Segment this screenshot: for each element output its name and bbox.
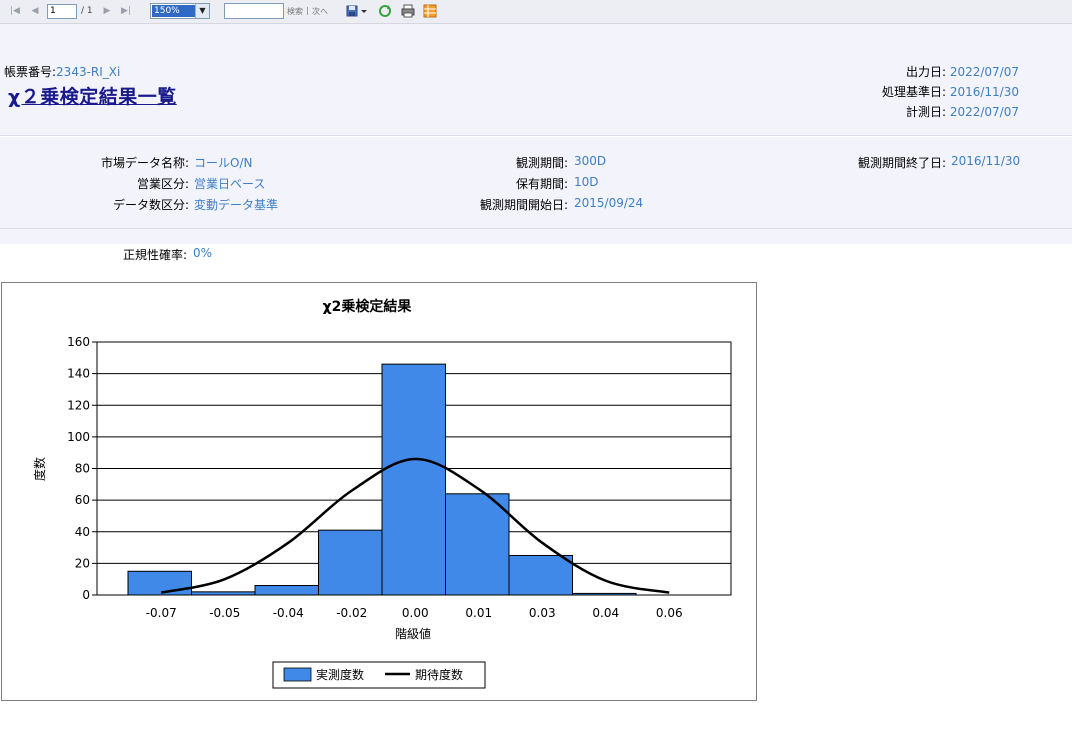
bar-observed-2 <box>254 585 319 596</box>
x-tick-label: -0.04 <box>273 606 304 620</box>
chart-legend: 実測度数 期待度数 <box>272 661 486 689</box>
business-type-value: 営業日ベース <box>194 177 266 191</box>
find-link[interactable]: 検索 <box>287 6 303 17</box>
base-date-row: 処理基準日: 2016/11/30 <box>882 83 1019 100</box>
output-date-row: 出力日: 2022/07/07 <box>906 63 1019 80</box>
market-data-label: 市場データ名称: <box>100 156 189 170</box>
obs-end-label: 観測期間終了日: <box>857 156 946 170</box>
normality-label: 正規性確率: <box>122 248 187 262</box>
market-data-value: コールO/N <box>194 156 253 170</box>
base-date-value: 2016/11/30 <box>949 85 1019 99</box>
data-feed-icon[interactable] <box>423 4 437 18</box>
bar-observed-4 <box>381 363 446 596</box>
y-tick-label: 100 <box>67 430 90 444</box>
x-tick-label: 0.01 <box>465 606 492 620</box>
report-id-label: 帳票番号: <box>4 65 57 79</box>
y-tick-label: 20 <box>75 556 90 570</box>
y-tick-label: 60 <box>75 493 90 507</box>
x-tick-label: -0.05 <box>209 606 240 620</box>
x-tick-label: -0.07 <box>146 606 177 620</box>
next-page-icon[interactable]: ▶ <box>100 4 114 18</box>
zoom-value: 150% <box>152 5 196 17</box>
chart-title: χ2乗検定結果 <box>323 298 413 315</box>
data-count-type-label: データ数区分: <box>112 198 189 212</box>
hold-period-field: 保有期間: <box>300 175 568 191</box>
x-axis-label: 階級値 <box>395 626 431 641</box>
measure-date-label: 計測日: <box>905 105 946 119</box>
find-next-link[interactable]: 次へ <box>312 6 328 17</box>
export-dropdown-icon[interactable] <box>360 4 368 18</box>
normality-field: 正規性確率: <box>0 246 187 262</box>
x-tick-label: 0.04 <box>592 606 619 620</box>
report-id: 帳票番号:2343-RI_Xi <box>4 63 120 80</box>
data-count-type-value: 変動データ基準 <box>194 198 279 212</box>
refresh-icon[interactable] <box>378 4 392 18</box>
export-icon[interactable] <box>346 4 360 18</box>
obs-end-value: 2016/11/30 <box>951 154 1021 168</box>
business-type-field: 営業区分: <box>0 175 189 191</box>
x-tick-label: -0.02 <box>336 606 367 620</box>
y-tick-label: 160 <box>67 335 90 349</box>
chevron-down-icon[interactable]: ▼ <box>195 4 209 18</box>
page-title[interactable]: χ２乗検定結果一覧 <box>8 82 177 109</box>
print-icon[interactable] <box>401 4 415 18</box>
y-tick-label: 0 <box>82 588 90 602</box>
report-id-value: 2343-RI_Xi <box>56 65 121 79</box>
legend-swatch-bar <box>283 667 312 682</box>
find-text-input[interactable] <box>224 3 284 19</box>
obs-period-field: 観測期間: <box>300 154 568 170</box>
y-tick-label: 40 <box>75 525 90 539</box>
x-tick-label: 0.03 <box>529 606 556 620</box>
y-tick-label: 140 <box>67 367 90 381</box>
x-tick-label: 0.06 <box>656 606 683 620</box>
business-type-label: 営業区分: <box>136 177 189 191</box>
output-date-value: 2022/07/07 <box>949 65 1019 79</box>
x-tick-label: 0.00 <box>402 606 429 620</box>
hold-period-value: 10D <box>574 175 599 189</box>
output-date-label: 出力日: <box>905 65 946 79</box>
data-count-type-field: データ数区分: <box>0 196 189 212</box>
hold-period-label: 保有期間: <box>515 177 568 191</box>
bar-observed-5 <box>445 493 510 596</box>
obs-start-label: 観測期間開始日: <box>479 198 568 212</box>
last-page-icon[interactable]: ▶| <box>119 4 133 18</box>
zoom-select[interactable]: 150% ▼ <box>150 3 210 19</box>
chi-square-chart: χ2乗検定結果 0 20 40 60 80 100 120 140 160 -0.07 -0.05… <box>1 282 757 701</box>
obs-start-field: 観測期間開始日: <box>300 196 568 212</box>
conditions-panel-footer <box>0 229 1072 244</box>
measure-date-value: 2022/07/07 <box>949 105 1019 119</box>
base-date-label: 処理基準日: <box>881 85 946 99</box>
toolbar-separator: | <box>306 6 309 15</box>
bar-observed-6 <box>508 554 573 596</box>
first-page-icon[interactable]: |◀ <box>8 4 22 18</box>
obs-period-label: 観測期間: <box>515 156 568 170</box>
legend-label-expected: 期待度数 <box>415 667 463 682</box>
y-tick-label: 120 <box>67 398 90 412</box>
report-viewer-toolbar: |◀ ◀ 1 / 1 ▶ ▶| 150% ▼ 検索 | 次へ <box>0 0 1072 24</box>
obs-period-value: 300D <box>574 154 607 168</box>
page-number-input[interactable]: 1 <box>47 4 77 19</box>
obs-end-field: 観測期間終了日: <box>700 154 946 170</box>
y-axis-label: 度数 <box>32 457 47 481</box>
page-total-label: / 1 <box>81 6 93 16</box>
obs-start-value: 2015/09/24 <box>574 196 644 210</box>
bar-observed-3 <box>318 529 383 596</box>
previous-page-icon[interactable]: ◀ <box>28 4 42 18</box>
y-tick-label: 80 <box>75 462 90 476</box>
chart-svg: χ2乗検定結果 0 20 40 60 80 100 120 140 160 -0.07 -0.05… <box>32 298 732 689</box>
market-data-field: 市場データ名称: <box>0 154 189 170</box>
normality-value: 0% <box>193 246 213 260</box>
measure-date-row: 計測日: 2022/07/07 <box>906 103 1019 120</box>
legend-label-observed: 実測度数 <box>316 667 364 682</box>
bar-observed-0 <box>127 570 192 596</box>
